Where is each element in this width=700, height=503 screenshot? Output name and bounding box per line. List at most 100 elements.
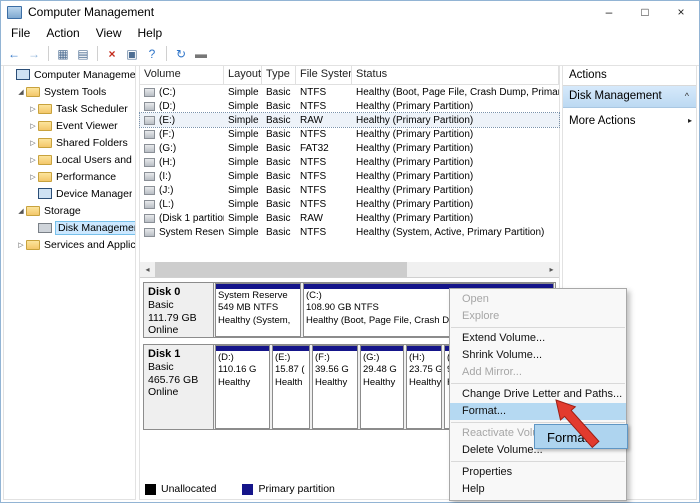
- menu-file[interactable]: File: [3, 26, 38, 40]
- collapsed-chevron-icon[interactable]: ▷: [28, 173, 38, 181]
- export-list-icon[interactable]: ▤: [74, 45, 92, 63]
- table-row[interactable]: (Disk 1 partition 2) Simple Basic RAW He…: [140, 211, 559, 225]
- tree-item-storage[interactable]: ◢ Storage: [4, 202, 135, 219]
- table-row[interactable]: (H:) Simple Basic NTFS Healthy (Primary …: [140, 155, 559, 169]
- table-row[interactable]: (J:) Simple Basic NTFS Healthy (Primary …: [140, 183, 559, 197]
- primary-partition-swatch: [242, 484, 253, 495]
- table-header: Volume Layout Type File System Status: [140, 66, 559, 85]
- tree-item-shared-folders[interactable]: ▷ Shared Folders: [4, 134, 135, 151]
- expanded-chevron-icon[interactable]: ◢: [16, 88, 26, 96]
- more-actions-item[interactable]: More Actions ▸: [563, 111, 696, 131]
- column-header-layout[interactable]: Layout: [224, 66, 262, 84]
- close-button[interactable]: ×: [663, 1, 699, 23]
- menu-help[interactable]: Help: [130, 26, 171, 40]
- volume-icon: [144, 214, 155, 223]
- collapsed-chevron-icon[interactable]: ▷: [28, 105, 38, 113]
- scrollbar-thumb[interactable]: [155, 262, 407, 277]
- menu-item-add-mirror: Add Mirror...: [450, 364, 626, 381]
- tree-item-local-users-and-groups[interactable]: ▷ Local Users and Groups: [4, 151, 135, 168]
- tree-item-disk-management[interactable]: Disk Management: [4, 219, 135, 236]
- menu-item-shrink-volume[interactable]: Shrink Volume...: [450, 347, 626, 364]
- tree-item-event-viewer[interactable]: ▷ Event Viewer: [4, 117, 135, 134]
- submenu-arrow-icon: ▸: [688, 111, 696, 131]
- menu-item-format[interactable]: Format...: [450, 403, 626, 420]
- column-header-type[interactable]: Type: [262, 66, 296, 84]
- partition-system-reserved[interactable]: System Reserve 549 MB NTFS Healthy (Syst…: [215, 283, 301, 337]
- tree-item-performance[interactable]: ▷ Performance: [4, 168, 135, 185]
- folder-icon: [38, 155, 52, 165]
- partition-g[interactable]: (G:) 29.48 G Healthy: [360, 345, 404, 429]
- properties-icon[interactable]: ▣: [123, 45, 141, 63]
- volume-icon: [144, 88, 155, 97]
- menu-item-explore: Explore: [450, 308, 626, 325]
- console-tree-icon[interactable]: ▦: [54, 45, 72, 63]
- collapsed-chevron-icon[interactable]: ▷: [16, 241, 26, 249]
- table-row[interactable]: (G:) Simple Basic FAT32 Healthy (Primary…: [140, 141, 559, 155]
- horizontal-scrollbar[interactable]: ◂ ▸: [140, 262, 559, 277]
- partition-f[interactable]: (F:) 39.56 G Healthy: [312, 345, 358, 429]
- menu-item-properties[interactable]: Properties: [450, 464, 626, 481]
- back-icon[interactable]: ←: [5, 45, 23, 63]
- menu-action[interactable]: Action: [38, 26, 87, 40]
- collapsed-chevron-icon[interactable]: ▷: [28, 156, 38, 164]
- menu-separator: [451, 383, 625, 384]
- disk-0-header[interactable]: Disk 0 Basic 111.79 GB Online: [144, 283, 214, 337]
- collapsed-chevron-icon[interactable]: ▷: [28, 139, 38, 147]
- folder-icon: [38, 104, 52, 114]
- folder-icon: [38, 138, 52, 148]
- folder-icon: [26, 87, 40, 97]
- delete-icon[interactable]: ×: [103, 45, 121, 63]
- table-row[interactable]: (C:) Simple Basic NTFS Healthy (Boot, Pa…: [140, 85, 559, 99]
- legend-primary-partition: Primary partition: [242, 483, 334, 495]
- tree-item-task-scheduler[interactable]: ▷ Task Scheduler: [4, 100, 135, 117]
- column-header-volume[interactable]: Volume: [140, 66, 224, 84]
- scrollbar-track[interactable]: [407, 262, 544, 277]
- tree-item-system-tools[interactable]: ◢ System Tools: [4, 83, 135, 100]
- refresh-icon[interactable]: ↻: [172, 45, 190, 63]
- tree-item-services-and-applications[interactable]: ▷ Services and Applications: [4, 236, 135, 253]
- menu-item-change-drive-letter-and-paths[interactable]: Change Drive Letter and Paths...: [450, 386, 626, 403]
- collapsed-chevron-icon[interactable]: ▷: [28, 122, 38, 130]
- menu-item-open: Open: [450, 291, 626, 308]
- window-title: Computer Management: [28, 5, 154, 19]
- minimize-button[interactable]: –: [591, 1, 627, 23]
- title-bar: Computer Management – □ ×: [1, 1, 699, 23]
- column-header-status[interactable]: Status: [352, 66, 559, 84]
- app-icon: [7, 6, 22, 19]
- table-row[interactable]: (F:) Simple Basic NTFS Healthy (Primary …: [140, 127, 559, 141]
- table-row-selected[interactable]: (E:) Simple Basic RAW Healthy (Primary P…: [140, 113, 559, 127]
- expanded-chevron-icon[interactable]: ◢: [16, 207, 26, 215]
- column-header-file-system[interactable]: File System: [296, 66, 352, 84]
- partition-d[interactable]: (D:) 110.16 G Healthy: [215, 345, 270, 429]
- table-row[interactable]: (I:) Simple Basic NTFS Healthy (Primary …: [140, 169, 559, 183]
- table-row[interactable]: (D:) Simple Basic NTFS Healthy (Primary …: [140, 99, 559, 113]
- forward-icon[interactable]: →: [25, 45, 43, 63]
- partition-h[interactable]: (H:) 23.75 G Healthy: [406, 345, 442, 429]
- volume-icon: [144, 144, 155, 153]
- disk-1-header[interactable]: Disk 1 Basic 465.76 GB Online: [144, 345, 214, 429]
- scroll-right-button[interactable]: ▸: [544, 262, 559, 277]
- console-tree: Computer Management (Local ◢ System Tool…: [3, 65, 136, 500]
- disk-icon: [38, 223, 52, 233]
- actions-section-disk-management[interactable]: Disk Management ^: [563, 86, 696, 108]
- volume-icon: [144, 158, 155, 167]
- help-icon[interactable]: ?: [143, 45, 161, 63]
- context-menu: Open Explore Extend Volume... Shrink Vol…: [449, 288, 627, 501]
- tree-item-device-manager[interactable]: Device Manager: [4, 185, 135, 202]
- toolbar: ← → ▦ ▤ × ▣ ? ↻ ▬: [1, 42, 699, 66]
- table-row[interactable]: System Reserved (K:) Simple Basic NTFS H…: [140, 225, 559, 239]
- scroll-left-button[interactable]: ◂: [140, 262, 155, 277]
- volume-icon: [144, 228, 155, 237]
- toolbar-separator: [97, 46, 98, 61]
- menu-separator: [451, 327, 625, 328]
- partition-e[interactable]: (E:) 15.87 ( Health: [272, 345, 310, 429]
- menu-view[interactable]: View: [88, 26, 130, 40]
- maximize-button[interactable]: □: [627, 1, 663, 23]
- volume-icon: [144, 200, 155, 209]
- format-callout: Format...: [534, 424, 628, 449]
- menu-item-help[interactable]: Help: [450, 481, 626, 498]
- tree-item-computer-management[interactable]: Computer Management (Local: [4, 66, 135, 83]
- menu-item-extend-volume[interactable]: Extend Volume...: [450, 330, 626, 347]
- disk-icon[interactable]: ▬: [192, 45, 210, 63]
- table-row[interactable]: (L:) Simple Basic NTFS Healthy (Primary …: [140, 197, 559, 211]
